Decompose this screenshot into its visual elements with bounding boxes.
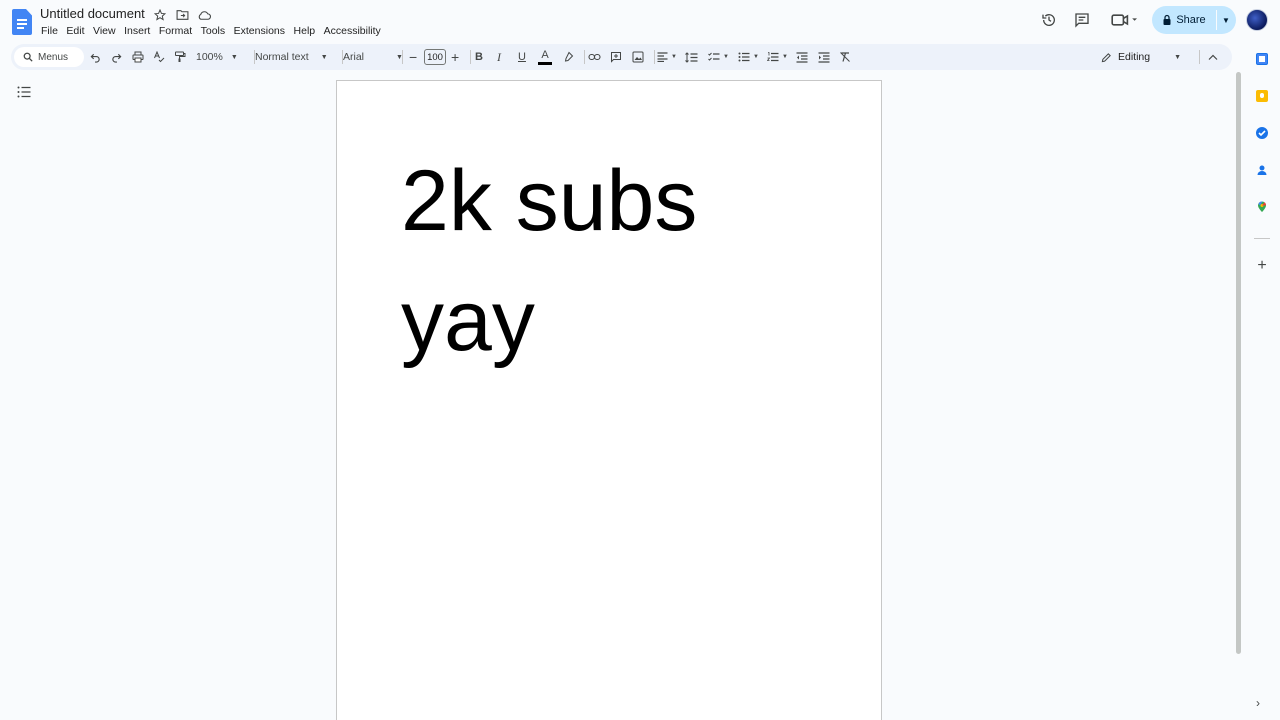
share-dropdown-button[interactable]: ▼ — [1218, 6, 1234, 34]
document-line[interactable]: 2k subs — [401, 153, 697, 249]
side-panel: + — [1248, 44, 1280, 720]
caret-down-icon: ▼ — [782, 54, 788, 60]
vertical-scrollbar[interactable] — [1236, 72, 1241, 654]
contacts-icon[interactable] — [1256, 164, 1268, 176]
search-menus-input[interactable]: Menus — [14, 47, 84, 67]
comments-icon[interactable] — [1074, 12, 1090, 28]
tasks-icon[interactable] — [1256, 127, 1268, 139]
checklist-icon — [708, 52, 720, 61]
clear-formatting-icon[interactable] — [839, 44, 851, 70]
document-page[interactable]: 2k subs yay — [336, 80, 882, 720]
caret-down-icon: ▼ — [1174, 53, 1182, 61]
zoom-select[interactable]: 100% ▼ — [196, 44, 238, 70]
caret-down-icon: ▼ — [753, 54, 759, 60]
hide-menus-chevron-icon[interactable] — [1208, 44, 1218, 70]
italic-icon[interactable]: I — [497, 44, 501, 70]
font-select[interactable]: Arial ▼ — [343, 44, 403, 70]
calendar-icon[interactable] — [1256, 53, 1268, 65]
search-icon — [23, 52, 33, 62]
move-folder-icon[interactable] — [175, 8, 189, 22]
decrease-indent-icon[interactable] — [796, 44, 808, 70]
menu-accessibility[interactable]: Accessibility — [324, 25, 381, 37]
bulleted-list-select[interactable]: ▼ — [738, 44, 759, 70]
show-side-panel-chevron-icon[interactable]: › — [1256, 696, 1260, 710]
menu-tools[interactable]: Tools — [201, 25, 226, 37]
menu-bar: File Edit View Insert Format Tools Exten… — [41, 25, 389, 37]
caret-down-icon: ▼ — [230, 53, 238, 61]
toolbar-divider — [584, 50, 585, 64]
document-line[interactable]: yay — [401, 273, 535, 369]
share-divider — [1216, 10, 1217, 30]
document-body[interactable]: 2k subs yay — [401, 141, 697, 381]
add-icon[interactable]: + — [1256, 258, 1268, 274]
avatar[interactable] — [1246, 9, 1268, 31]
align-left-icon — [657, 52, 668, 62]
redo-icon[interactable] — [111, 44, 122, 70]
menu-format[interactable]: Format — [159, 25, 192, 37]
print-icon[interactable] — [132, 44, 144, 70]
caret-down-icon: ▼ — [671, 54, 677, 60]
insert-image-icon[interactable] — [632, 44, 644, 70]
docs-logo-icon[interactable] — [12, 9, 32, 35]
pencil-icon — [1101, 52, 1111, 62]
style-select[interactable]: Normal text ▼ — [255, 44, 328, 70]
side-panel-divider — [1254, 238, 1270, 239]
numbered-list-icon — [767, 52, 779, 62]
bulleted-list-icon — [738, 52, 750, 62]
line-spacing-icon[interactable] — [685, 44, 698, 70]
paint-format-icon[interactable] — [174, 44, 186, 70]
toolbar-divider — [402, 50, 403, 64]
share-button[interactable]: Share — [1152, 6, 1216, 34]
checklist-select[interactable]: ▼ — [708, 44, 729, 70]
menu-insert[interactable]: Insert — [124, 25, 150, 37]
version-history-icon[interactable] — [1041, 12, 1057, 28]
increase-indent-icon[interactable] — [818, 44, 830, 70]
caret-down-icon: ▼ — [1222, 15, 1230, 25]
menu-view[interactable]: View — [93, 25, 116, 37]
search-placeholder: Menus — [38, 51, 69, 63]
toolbar: Menus 100% ▼ Normal text ▼ Arial ▼ − 100… — [11, 44, 1232, 70]
insert-link-icon[interactable] — [588, 44, 601, 70]
spellcheck-icon[interactable] — [153, 44, 165, 70]
zoom-value: 100% — [196, 51, 223, 63]
cloud-status-icon[interactable] — [197, 8, 211, 22]
lock-icon — [1162, 14, 1172, 26]
increase-font-size-button[interactable]: + — [451, 44, 459, 70]
font-size-input[interactable]: 100 — [424, 49, 446, 65]
menu-help[interactable]: Help — [294, 25, 316, 37]
menu-file[interactable]: File — [41, 25, 58, 37]
menu-edit[interactable]: Edit — [66, 25, 84, 37]
title-icons — [153, 8, 211, 22]
keep-icon[interactable] — [1256, 90, 1268, 102]
style-value: Normal text — [255, 51, 309, 63]
numbered-list-select[interactable]: ▼ — [767, 44, 788, 70]
caret-down-icon: ▼ — [723, 54, 729, 60]
editing-mode-value: Editing — [1118, 51, 1151, 63]
menu-extensions[interactable]: Extensions — [234, 25, 285, 37]
undo-icon[interactable] — [90, 44, 101, 70]
toolbar-divider — [654, 50, 655, 64]
bold-icon[interactable]: B — [475, 44, 483, 70]
align-select[interactable]: ▼ — [657, 44, 677, 70]
toolbar-divider — [470, 50, 471, 64]
toolbar-divider — [1199, 50, 1200, 64]
share-button-group: Share ▼ — [1152, 6, 1236, 34]
meet-icon[interactable] — [1110, 12, 1140, 28]
caret-down-icon: ▼ — [320, 53, 328, 61]
font-value: Arial — [343, 51, 365, 63]
maps-icon[interactable] — [1256, 201, 1268, 213]
star-icon[interactable] — [153, 8, 167, 22]
share-label: Share — [1176, 14, 1206, 26]
decrease-font-size-button[interactable]: − — [409, 44, 417, 70]
editing-mode-select[interactable]: Editing ▼ — [1101, 44, 1181, 70]
add-comment-icon[interactable] — [610, 44, 622, 70]
document-title[interactable]: Untitled document — [40, 6, 145, 21]
text-color-icon[interactable]: A — [538, 44, 552, 70]
underline-icon[interactable]: U — [518, 44, 526, 70]
highlight-color-icon[interactable] — [562, 44, 574, 70]
document-outline-icon[interactable] — [17, 86, 31, 98]
top-bar: Untitled document File Edit View Insert … — [0, 0, 1280, 42]
